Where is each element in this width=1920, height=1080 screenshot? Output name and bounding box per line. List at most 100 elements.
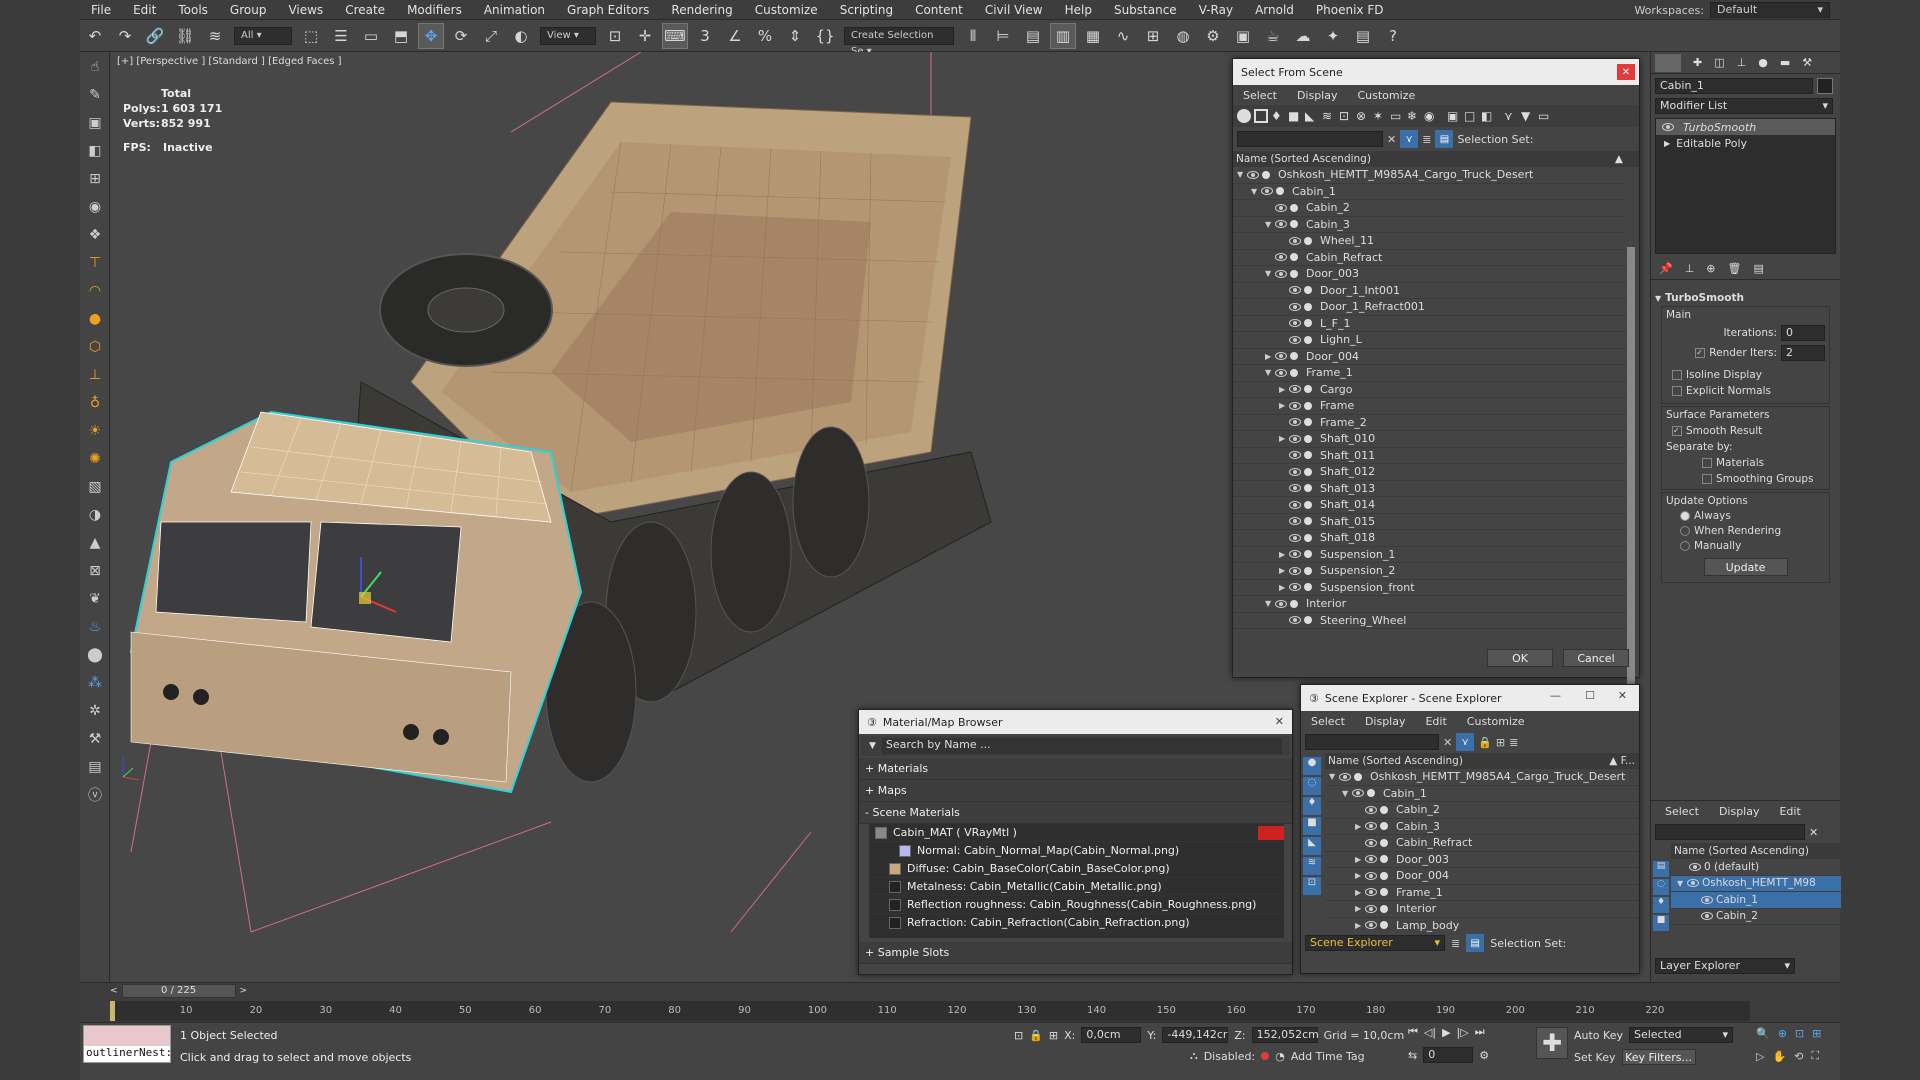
folder-icon[interactable]: ▭ [1538, 109, 1552, 123]
tree-row[interactable]: Shaft_012 [1233, 464, 1625, 481]
material-sphere-icon[interactable]: ⬤ [82, 642, 108, 668]
eye-icon[interactable] [1247, 170, 1259, 179]
invert-display-icon[interactable]: ◧ [1481, 109, 1495, 123]
zoom-extents-all-icon[interactable]: ⊞ [1812, 1027, 1821, 1040]
eye-icon[interactable] [1289, 434, 1301, 443]
menu-customize[interactable]: Customize [1457, 715, 1535, 728]
eye-icon[interactable] [1289, 286, 1301, 295]
eye-icon[interactable] [1701, 895, 1713, 904]
time-tag-icon[interactable]: ◔ [1275, 1050, 1285, 1063]
eye-icon[interactable] [1275, 203, 1287, 212]
layer-icon[interactable]: ≣ [1509, 736, 1518, 749]
percent-snap-icon[interactable]: % [752, 23, 778, 49]
prev-frame-icon[interactable]: < [110, 986, 118, 996]
selection-set-icon[interactable]: ▤ [1466, 934, 1485, 952]
menu-select[interactable]: Select [1233, 89, 1287, 102]
tree-row[interactable]: ▼ Oshkosh_HEMTT_M985A4_Cargo_Truck_Desert [1233, 167, 1625, 184]
tree-scrollbar[interactable] [1627, 247, 1635, 697]
freeform-icon[interactable]: ❖ [82, 222, 108, 248]
menu-content[interactable]: Content [904, 0, 974, 20]
tree-row[interactable]: ▶ Lamp_body [1325, 918, 1639, 934]
make-unique-icon[interactable]: ⊕ [1706, 262, 1715, 275]
close-icon[interactable]: ✕ [1275, 715, 1284, 728]
materials-group[interactable]: + Materials [859, 758, 1292, 780]
material-editor-icon[interactable]: ◍ [1170, 23, 1196, 49]
tree-row[interactable]: Shaft_013 [1233, 481, 1625, 497]
column-header[interactable]: Name (Sorted Ascending) ▲ [1233, 151, 1639, 167]
when-rendering-radio[interactable] [1680, 526, 1690, 536]
link-icon[interactable]: 🔗 [142, 23, 168, 49]
geosphere-icon[interactable]: ⬡ [82, 334, 108, 360]
sky-light-icon[interactable]: ✺ [82, 446, 108, 472]
groups-filter-icon[interactable]: ⊡ [1339, 109, 1353, 123]
eye-icon[interactable] [1275, 599, 1287, 608]
map-row[interactable]: Reflection roughness: Cabin_Roughness(Ca… [869, 896, 1284, 914]
expand-icon[interactable]: ▶ [1279, 401, 1289, 410]
toggle-ribbon-icon[interactable]: ▦ [1080, 23, 1106, 49]
eye-icon[interactable] [1365, 805, 1377, 814]
menu-modifiers[interactable]: Modifiers [396, 0, 473, 20]
maxscript-listener-pink[interactable]: outlinerNest: [83, 1025, 172, 1063]
render-iters-checkbox[interactable]: ✓ [1695, 348, 1706, 358]
scene-materials-group[interactable]: - Scene Materials [859, 802, 1292, 824]
utilities-icon[interactable]: ⚒ [82, 726, 108, 752]
go-to-start-icon[interactable]: ⏮ [1408, 1025, 1418, 1039]
particles-icon[interactable]: ⁂ [82, 670, 108, 696]
select-by-name-icon[interactable]: ☰ [328, 23, 354, 49]
rendered-frame-window-icon[interactable]: ▣ [1230, 23, 1256, 49]
render-iters-spinner[interactable]: 2 [1781, 345, 1825, 361]
help-icon[interactable]: ? [1380, 23, 1406, 49]
tree-row[interactable]: ▼ Interior [1233, 596, 1625, 613]
eye-icon[interactable] [1289, 566, 1301, 575]
menu-file[interactable]: File [80, 0, 122, 20]
schematic-view-icon[interactable]: ⊞ [1140, 23, 1166, 49]
menu-display[interactable]: Display [1287, 89, 1348, 102]
tree-row[interactable]: Shaft_011 [1233, 448, 1625, 464]
display-tab-icon[interactable]: ▬ [1780, 56, 1790, 69]
paint-select-icon[interactable]: ✎ [82, 82, 108, 108]
minimize-icon[interactable]: — [1550, 689, 1561, 702]
set-key-button[interactable]: Set Key [1574, 1051, 1616, 1064]
funnel-icon[interactable]: ▼ [1521, 109, 1535, 123]
layout-icon[interactable]: ▣ [82, 110, 108, 136]
layer-row[interactable]: Cabin_2 [1671, 909, 1841, 925]
viewport-label[interactable]: [+] [Perspective ] [Standard ] [Edged Fa… [117, 56, 342, 67]
hierarchy-tab-icon[interactable]: ⊥ [1737, 56, 1747, 69]
expand-icon[interactable]: ▶ [1355, 888, 1365, 897]
zoom-all-icon[interactable]: ⊕ [1778, 1027, 1787, 1040]
collapse-icon[interactable]: ▼ [1237, 170, 1247, 179]
expand-icon[interactable]: ▶ [1279, 583, 1289, 592]
lights-filter-icon[interactable]: ♦ [1653, 897, 1669, 913]
map-row[interactable]: Metalness: Cabin_Metallic(Cabin_Metallic… [869, 878, 1284, 896]
geometry-filter-icon[interactable] [1237, 109, 1251, 123]
eye-icon[interactable] [1289, 418, 1301, 427]
manually-radio[interactable] [1680, 541, 1690, 551]
tree-row[interactable]: Cabin_2 [1233, 200, 1625, 217]
camera-icon[interactable]: ◉ [82, 194, 108, 220]
snaps-toggle-icon[interactable]: 3 [692, 23, 718, 49]
selection-set-icon[interactable]: ▤ [1435, 130, 1454, 148]
absolute-mode-icon[interactable]: ⊞ [1049, 1029, 1058, 1042]
isoline-checkbox[interactable] [1672, 370, 1682, 380]
eye-icon[interactable] [1365, 855, 1377, 864]
layer-row[interactable]: Cabin_1 [1671, 892, 1841, 909]
menu-views[interactable]: Views [277, 0, 334, 20]
tree-row[interactable]: Lighn_L [1233, 332, 1625, 349]
tree-row[interactable]: Cabin_Refract [1325, 835, 1639, 852]
menu-edit[interactable]: Edit [1415, 715, 1456, 728]
time-slider[interactable]: 0 / 225 [121, 984, 236, 998]
eye-icon[interactable] [1687, 879, 1699, 888]
vray-logo-icon[interactable]: ⓥ [82, 782, 108, 808]
object-paint-icon[interactable]: ◧ [82, 138, 108, 164]
modify-tab-icon[interactable]: ◫ [1714, 56, 1724, 69]
stack-item-turbosmooth[interactable]: TurboSmooth [1656, 119, 1835, 135]
mirror-icon[interactable]: ⫴ [960, 23, 986, 49]
tree-row[interactable]: ▶ Interior [1325, 901, 1639, 918]
bind-space-warp-icon[interactable]: ≋ [202, 23, 228, 49]
hidden-filter-icon[interactable]: ◉ [1424, 109, 1438, 123]
stack-item-editable-poly[interactable]: ▶ Editable Poly [1656, 135, 1835, 151]
close-icon[interactable]: ✕ [1617, 64, 1635, 80]
spinner-snap-icon[interactable]: ⇕ [782, 23, 808, 49]
lights-filter-icon[interactable]: ♦ [1271, 109, 1285, 123]
menu-animation[interactable]: Animation [473, 0, 556, 20]
